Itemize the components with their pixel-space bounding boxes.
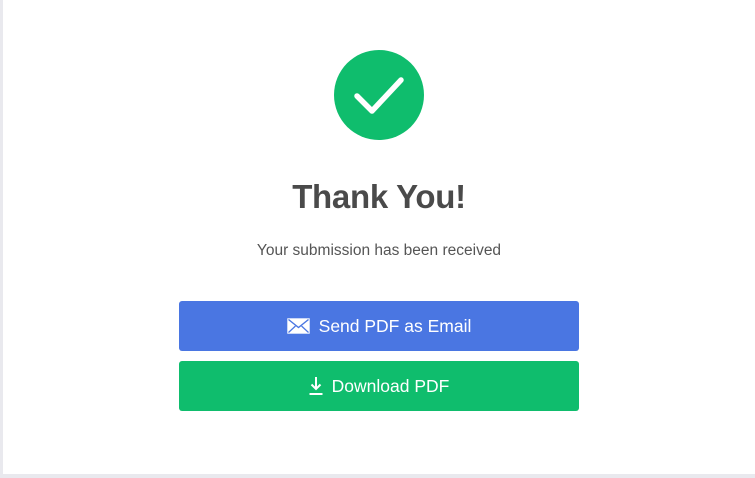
download-arrow-icon [309, 376, 323, 396]
submission-message: Your submission has been received [256, 242, 502, 259]
confirmation-card: Thank You! Your submission has been rece… [3, 0, 755, 474]
envelope-icon [286, 318, 310, 334]
download-pdf-label: Download PDF [331, 375, 450, 396]
download-pdf-button[interactable]: Download PDF [179, 361, 579, 411]
send-pdf-email-label: Send PDF as Email [318, 315, 472, 336]
send-pdf-email-button[interactable]: Send PDF as Email [179, 301, 579, 351]
page-title: Thank You! [292, 178, 466, 215]
success-check-icon [334, 50, 424, 140]
